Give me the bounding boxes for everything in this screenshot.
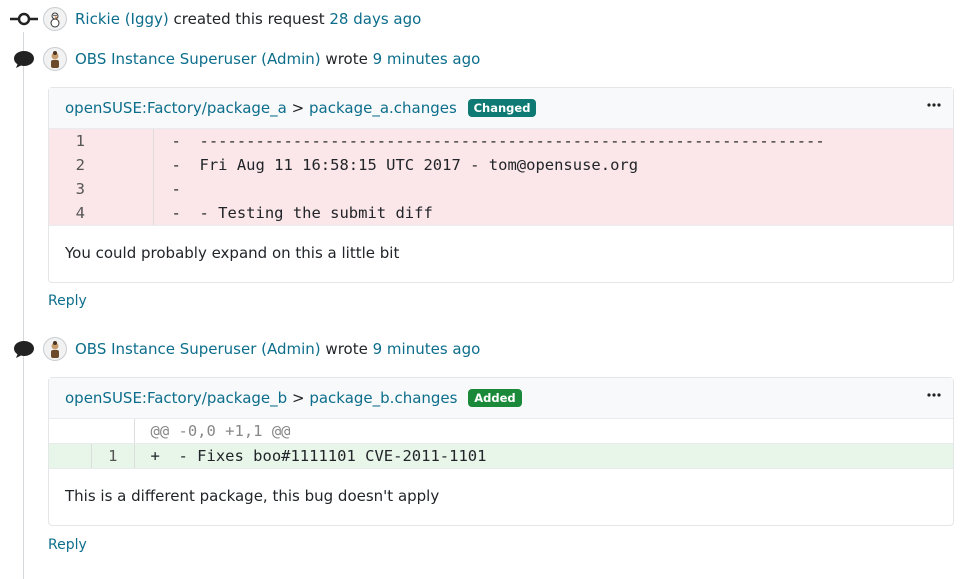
project-link[interactable]: openSUSE:Factory/package_b [65,389,287,407]
diff-row-deleted: 3 - [49,177,953,201]
avatar[interactable] [43,47,67,71]
event-action: wrote [325,50,368,68]
status-badge: Changed [467,99,537,117]
old-line-number: 3 [75,180,85,198]
file-path: openSUSE:Factory/package_a > package_a.c… [65,99,537,118]
old-line-number [49,419,91,444]
diff-row-deleted: 4 - - Testing the submit diff [49,201,953,225]
comment-card: openSUSE:Factory/package_a > package_a.c… [48,87,954,283]
user-link[interactable]: OBS Instance Superuser (Admin) [75,50,321,68]
user-link[interactable]: OBS Instance Superuser (Admin) [75,340,321,358]
diff-line-text: + - Fixes boo#1111101 CVE-2011-1101 [150,447,487,465]
path-separator: > [291,389,305,407]
file-path: openSUSE:Factory/package_b > package_b.c… [65,389,522,408]
comment-body: This is a different package, this bug do… [65,487,440,505]
event-text: Rickie (Iggy) created this request 28 da… [75,10,421,28]
comment-card-header: openSUSE:Factory/package_b > package_b.c… [49,378,953,419]
new-line-number [101,129,154,153]
time-link[interactable]: 9 minutes ago [373,50,481,68]
old-line-number [49,443,92,468]
ellipsis-icon[interactable] [926,387,942,407]
diff-table: @@ -0,0 +1,1 @@ 1 + - Fixes boo#1111101 … [49,419,953,468]
time-link[interactable]: 28 days ago [329,10,421,28]
new-line-number [101,153,154,177]
new-line-number [91,419,135,444]
ellipsis-icon[interactable] [926,97,942,117]
diff-row-deleted: 2 - Fri Aug 11 16:58:15 UTC 2017 - tom@o… [49,153,953,177]
old-line-number: 4 [75,204,85,222]
diff-hunk-header: @@ -0,0 +1,1 @@ [49,419,953,444]
diff-row-deleted: 1 - ------------------------------------… [49,129,953,153]
diff-table: 1 - ------------------------------------… [49,129,953,225]
new-line-number [101,201,154,225]
old-line-number: 2 [75,156,85,174]
diff-view: 1 - ------------------------------------… [49,129,953,226]
new-line-number: 1 [91,443,135,468]
diff-line-text: - - Testing the submit diff [171,204,433,222]
diff-view: @@ -0,0 +1,1 @@ 1 + - Fixes boo#1111101 … [49,419,953,469]
event-text: OBS Instance Superuser (Admin) wrote 9 m… [75,340,480,358]
comment-icon [10,47,38,71]
diff-line-text: - --------------------------------------… [171,132,825,150]
file-link[interactable]: package_b.changes [309,389,457,407]
path-separator: > [291,99,305,117]
avatar[interactable] [43,337,67,361]
diff-row-added: 1 + - Fixes boo#1111101 CVE-2011-1101 [49,443,953,468]
comment-card: openSUSE:Factory/package_b > package_b.c… [48,377,954,526]
file-link[interactable]: package_a.changes [309,99,457,117]
reply-link[interactable]: Reply [48,537,87,553]
commit-icon [10,7,38,31]
project-link[interactable]: openSUSE:Factory/package_a [65,99,287,117]
comment-card-header: openSUSE:Factory/package_a > package_a.c… [49,88,953,129]
comment-icon [10,337,38,361]
timeline-line [23,32,24,579]
time-link[interactable]: 9 minutes ago [373,340,481,358]
hunk-header-text: @@ -0,0 +1,1 @@ [134,419,953,444]
diff-line-text: - [171,180,181,198]
reply-link[interactable]: Reply [48,293,87,309]
diff-line-text: - Fri Aug 11 16:58:15 UTC 2017 - tom@ope… [171,156,639,174]
avatar[interactable] [43,7,67,31]
user-link[interactable]: Rickie (Iggy) [75,10,169,28]
comment-body: You could probably expand on this a litt… [65,244,400,262]
event-text: OBS Instance Superuser (Admin) wrote 9 m… [75,50,480,68]
old-line-number: 1 [75,132,85,150]
event-action: wrote [325,340,368,358]
new-line-number [101,177,154,201]
status-badge: Added [468,389,522,407]
event-action: created this request [173,10,325,28]
